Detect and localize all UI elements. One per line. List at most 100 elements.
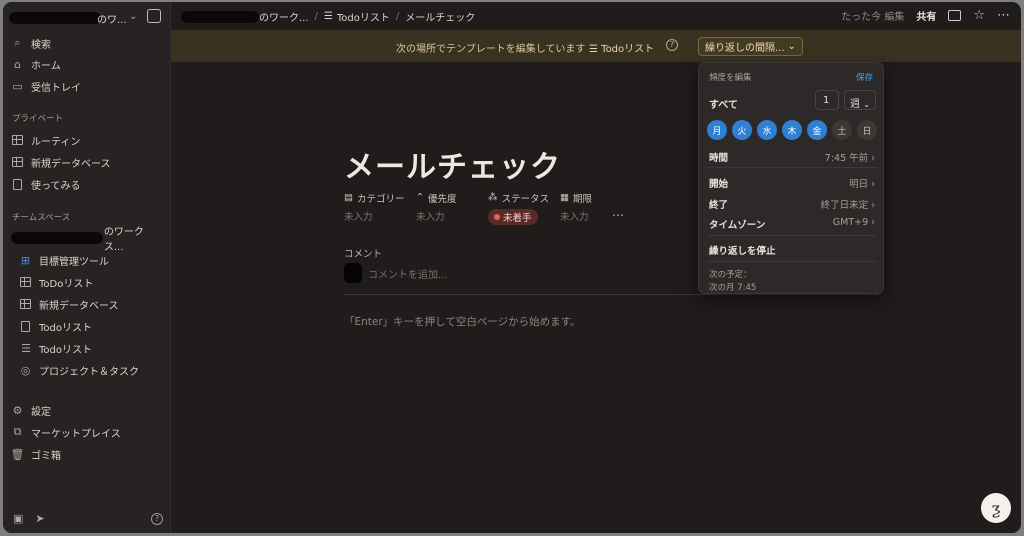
sidebar-item-goal-tool[interactable]: ⊞ 目標管理ツール [19, 250, 163, 270]
new-page-icon[interactable] [147, 9, 161, 23]
sidebar-item-todo-doc[interactable]: Todoリスト [19, 316, 163, 336]
assistant-icon[interactable]: ƺ [981, 493, 1011, 523]
more-properties-icon[interactable]: ⋯ [612, 208, 625, 222]
target-icon: ◎ [20, 363, 31, 377]
chevron-right-icon: › [871, 179, 875, 190]
table-icon [11, 156, 24, 169]
sidebar-item-label: マーケットプレイス [31, 428, 121, 440]
template-banner-text: 次の場所でテンプレートを編集しています [396, 44, 586, 55]
table-icon [19, 298, 32, 311]
select-icon: ▤ [344, 192, 353, 203]
sidebar: のワ... ⌄ ⌕ 検索 ⌂ ホーム ▭ 受信トレイ プライベート ルーティン … [3, 2, 171, 533]
sidebar-item-routine[interactable]: ルーティン [11, 130, 163, 150]
breadcrumb-separator: / [395, 11, 400, 22]
status-dot [494, 214, 500, 220]
property-value[interactable]: 未入力 [416, 209, 488, 223]
sidebar-item-new-database-team[interactable]: 新規データベース [19, 294, 163, 314]
sidebar-item-label: 使ってみる [31, 180, 81, 192]
day-wednesday[interactable]: 水 [757, 120, 777, 140]
day-saturday[interactable]: 土 [832, 120, 852, 140]
checklist-icon: ☰ [323, 11, 333, 22]
interval-input[interactable]: 1 [815, 90, 839, 110]
timezone-row[interactable]: タイムゾーン GMT+9 › [709, 217, 875, 231]
day-friday[interactable]: 金 [807, 120, 827, 140]
help-icon[interactable]: ? [151, 512, 163, 525]
sidebar-item-todo-checklist[interactable]: ☰ Todoリスト [19, 338, 163, 358]
property-list: ▤ カテゴリー 未入力 ⌃ 優先度 未入力 ⁂ ステータス 未着手 ▦ 期限 未入力 [344, 190, 632, 225]
help-icon[interactable]: ? [666, 39, 678, 51]
table-icon [11, 134, 24, 147]
save-button[interactable]: 保存 [856, 71, 873, 83]
property-name: カテゴリー [356, 193, 405, 205]
divider [344, 294, 878, 295]
top-bar: のワーク... / ☰ Todoリスト / メールチェック たった今 編集 共有… [171, 2, 1021, 30]
start-row[interactable]: 開始 明日 › [709, 176, 875, 190]
table-icon [19, 276, 32, 289]
sidebar-item-projects-tasks[interactable]: ◎ プロジェクト＆タスク [19, 360, 163, 380]
star-icon[interactable]: ☆ [973, 8, 985, 23]
sidebar-item-label: ルーティン [31, 136, 81, 148]
property-value[interactable]: 未入力 [344, 209, 416, 223]
chevron-right-icon: › [871, 217, 875, 228]
sidebar-item-teamspace[interactable]: のワークス... [11, 227, 163, 253]
comment-input-row[interactable]: コメントを追加... [344, 263, 448, 283]
calendar-icon: ▦ [560, 192, 569, 203]
calendar-icon[interactable]: ▣ [13, 512, 23, 525]
page-title[interactable]: メールチェック [344, 142, 561, 186]
day-monday[interactable]: 月 [707, 120, 727, 140]
repeat-interval-button[interactable]: 繰り返しの間隔... ⌄ [698, 37, 803, 56]
status-badge[interactable]: 未着手 [488, 209, 538, 225]
sidebar-item-home[interactable]: ⌂ ホーム [11, 54, 163, 74]
chevron-right-icon: › [871, 153, 875, 164]
send-icon[interactable]: ➤ [35, 512, 44, 525]
property-category[interactable]: ▤ カテゴリー 未入力 [344, 190, 416, 225]
breadcrumb-workspace[interactable]: のワーク... [181, 9, 309, 24]
redacted-workspace-name [9, 12, 101, 24]
sidebar-item-label: 受信トレイ [31, 82, 81, 94]
sidebar-item-inbox[interactable]: ▭ 受信トレイ [11, 76, 163, 96]
divider [707, 261, 877, 262]
stop-repeat-button[interactable]: 繰り返しを停止 [709, 243, 776, 257]
day-thursday[interactable]: 木 [782, 120, 802, 140]
day-tuesday[interactable]: 火 [732, 120, 752, 140]
time-row[interactable]: 時間 7:45 午前 › [709, 150, 875, 164]
sidebar-item-try-it[interactable]: 使ってみる [11, 174, 163, 194]
template-banner-database[interactable]: ☰ Todoリスト [589, 40, 654, 55]
comment-input[interactable]: コメントを追加... [368, 266, 448, 281]
empty-page-hint[interactable]: 「Enter」キーを押して空白ページから始めます。 [344, 314, 581, 329]
edited-timestamp: たった今 編集 [841, 12, 905, 23]
workspace-switcher[interactable]: のワ... ⌄ [9, 8, 165, 28]
next-occurrence-value: 次の月 7:45 [709, 283, 757, 293]
private-section-label: プライベート [12, 114, 64, 124]
chevron-down-icon[interactable]: ⌄ [129, 11, 137, 22]
sidebar-item-trash[interactable]: 🗑︎ ゴミ箱 [11, 444, 163, 464]
chevron-down-icon: ⌄ [863, 100, 870, 109]
breadcrumb-label: Todoリスト [336, 13, 390, 24]
property-name: 優先度 [427, 193, 457, 205]
inbox-icon: ▭ [12, 79, 23, 93]
end-row[interactable]: 終了 終了日未定 › [709, 197, 875, 211]
sidebar-item-marketplace[interactable]: ⧉ マーケットプレイス [11, 422, 163, 442]
more-options-icon[interactable]: ⋯ [997, 8, 1011, 23]
sidebar-item-label: プロジェクト＆タスク [39, 366, 139, 378]
share-button[interactable]: 共有 [916, 8, 936, 23]
interval-unit-select[interactable]: 週 ⌄ [844, 90, 876, 110]
property-status[interactable]: ⁂ ステータス 未着手 [488, 190, 560, 225]
marketplace-icon: ⧉ [13, 425, 22, 438]
property-priority[interactable]: ⌃ 優先度 未入力 [416, 190, 488, 225]
breadcrumb-todo-list[interactable]: ☰ Todoリスト [324, 9, 390, 24]
breadcrumb-current-page[interactable]: メールチェック [405, 9, 475, 24]
sidebar-item-settings[interactable]: ⚙ 設定 [11, 400, 163, 420]
redacted-teamspace-name [11, 232, 103, 244]
day-sunday[interactable]: 日 [857, 120, 877, 140]
breadcrumb: のワーク... / ☰ Todoリスト / メールチェック [181, 9, 475, 24]
sidebar-panel-icon[interactable] [948, 10, 962, 21]
gear-icon: ⚙ [12, 403, 23, 417]
property-name: ステータス [501, 193, 550, 205]
sidebar-item-label: ゴミ箱 [31, 450, 61, 462]
sidebar-item-todo-list[interactable]: ToDoリスト [19, 272, 163, 292]
repeat-frequency-popover: 頻度を編集 保存 すべて 1 週 ⌄ 月 火 水 木 金 土 日 時間 7:45… [698, 62, 884, 294]
home-icon: ⌂ [14, 57, 21, 71]
sidebar-item-new-database[interactable]: 新規データベース [11, 152, 163, 172]
sidebar-item-search[interactable]: ⌕ 検索 [11, 33, 163, 53]
